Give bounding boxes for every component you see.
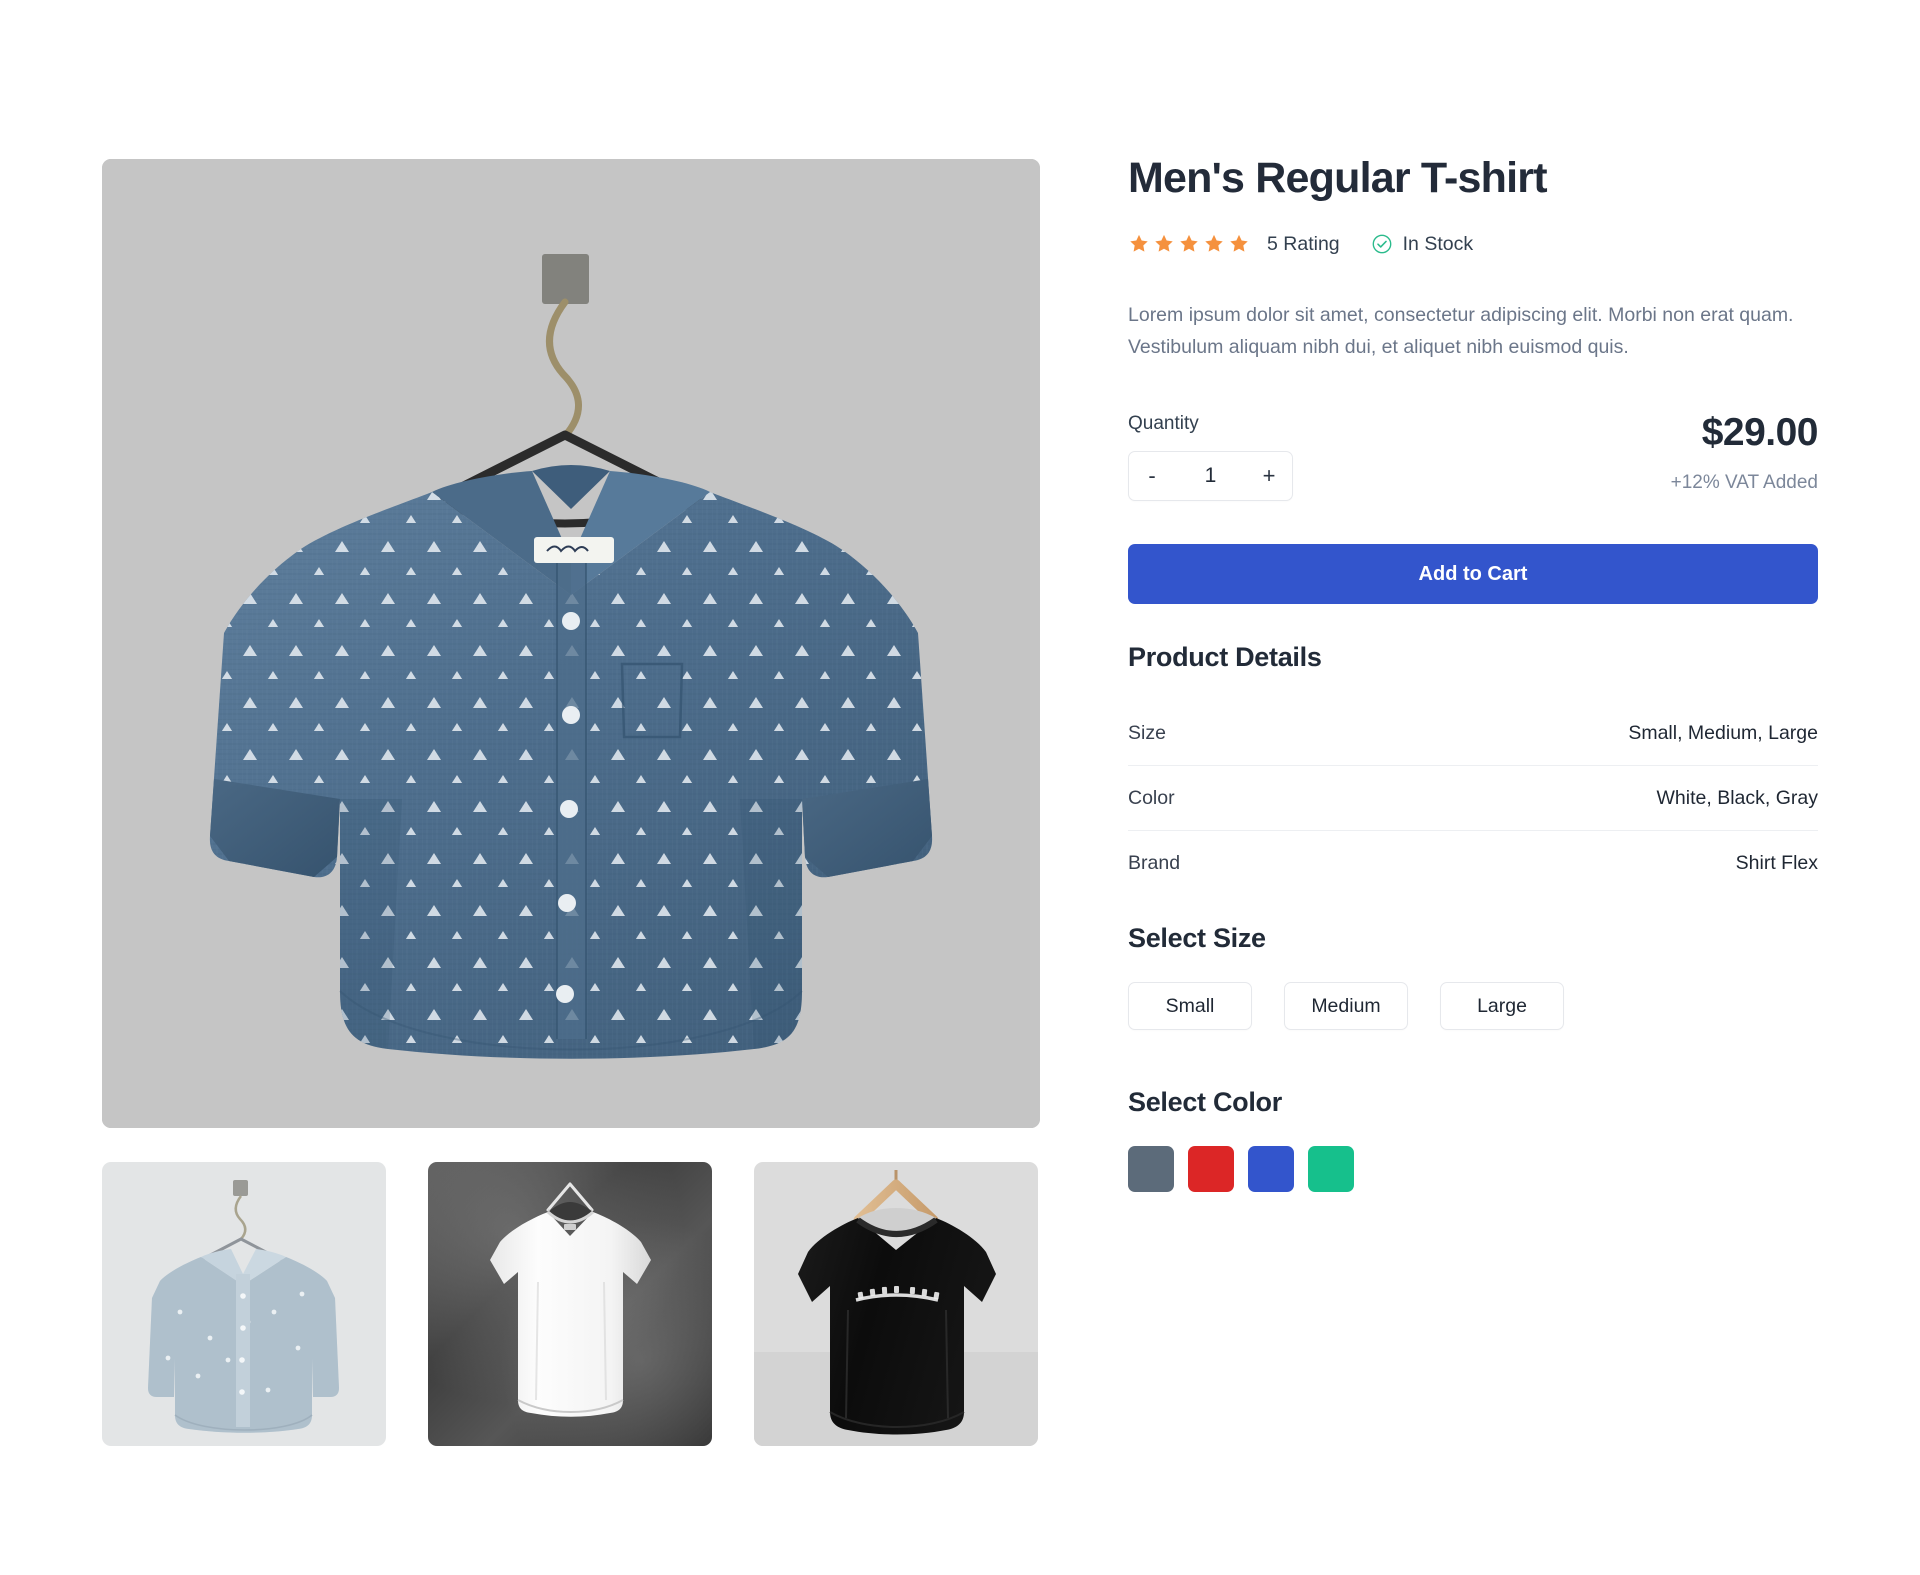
- select-color-heading: Select Color: [1128, 1087, 1282, 1118]
- quantity-increment-button[interactable]: +: [1246, 452, 1292, 500]
- detail-key: Size: [1128, 721, 1166, 744]
- price-group: $29.00 +12% VAT Added: [1670, 411, 1819, 494]
- detail-value: Small, Medium, Large: [1628, 721, 1818, 744]
- rating-stars: [1128, 233, 1250, 255]
- thumbnail-item-1[interactable]: [102, 1162, 386, 1446]
- quantity-label: Quantity: [1128, 413, 1199, 435]
- size-option-large[interactable]: Large: [1440, 982, 1564, 1031]
- size-option-list: Small Medium Large: [1128, 982, 1818, 1031]
- thumbnail-item-2[interactable]: [428, 1162, 712, 1446]
- product-gallery: [102, 159, 1040, 1446]
- size-option-medium[interactable]: Medium: [1284, 982, 1408, 1031]
- product-page: Men's Regular T-shirt 5 Rating In Stock …: [0, 0, 1920, 1575]
- select-color-section: Select Color: [1128, 1087, 1818, 1193]
- product-details-heading: Product Details: [1128, 642, 1322, 673]
- color-swatch-green[interactable]: [1308, 1146, 1354, 1193]
- chambray-shirt-illustration: [102, 159, 1040, 1128]
- quantity-stepper[interactable]: - 1 +: [1128, 451, 1293, 502]
- star-icon: [1130, 235, 1148, 252]
- color-swatch-list: [1128, 1146, 1818, 1193]
- quantity-value: 1: [1204, 464, 1217, 488]
- quantity-decrement-button[interactable]: -: [1129, 452, 1175, 500]
- select-size-heading: Select Size: [1128, 923, 1266, 954]
- white-tshirt-thumbnail: [428, 1162, 712, 1446]
- color-swatch-red[interactable]: [1188, 1146, 1234, 1193]
- quantity-group: Quantity - 1 +: [1128, 413, 1293, 502]
- stock-label: In Stock: [1402, 232, 1474, 255]
- size-option-small[interactable]: Small: [1128, 982, 1252, 1031]
- light-chambray-shirt-thumbnail: [102, 1162, 386, 1446]
- rating-label: 5 Rating: [1267, 232, 1340, 255]
- check-circle-icon: [1372, 234, 1392, 254]
- table-row: Color White, Black, Gray: [1128, 766, 1818, 832]
- table-row: Brand Shirt Flex: [1128, 831, 1818, 896]
- product-details-section: Product Details Size Small, Medium, Larg…: [1128, 642, 1818, 896]
- star-icon: [1155, 235, 1173, 252]
- thumbnail-item-3[interactable]: [754, 1162, 1038, 1446]
- thumbnail-list: [102, 1162, 1040, 1446]
- product-details-table: Size Small, Medium, Large Color White, B…: [1128, 701, 1818, 896]
- product-details-panel: Men's Regular T-shirt 5 Rating In Stock …: [1128, 154, 1819, 1193]
- star-icon: [1180, 235, 1198, 252]
- stock-status: In Stock: [1371, 233, 1473, 256]
- vat-note: +12% VAT Added: [1670, 472, 1818, 494]
- detail-key: Brand: [1128, 852, 1181, 875]
- quantity-price-row: Quantity - 1 + $29.00 +12% VAT Added: [1128, 411, 1819, 502]
- table-row: Size Small, Medium, Large: [1128, 701, 1818, 767]
- page-title: Men's Regular T-shirt: [1128, 154, 1548, 202]
- select-size-section: Select Size Small Medium Large: [1128, 923, 1818, 1031]
- product-price: $29.00: [1701, 411, 1819, 455]
- detail-value: Shirt Flex: [1735, 852, 1818, 875]
- rating-stock-row: 5 Rating In Stock: [1128, 231, 1818, 257]
- star-icon: [1230, 235, 1248, 252]
- add-to-cart-button[interactable]: Add to Cart: [1128, 544, 1818, 605]
- black-tshirt-thumbnail: [754, 1162, 1038, 1446]
- color-swatch-blue[interactable]: [1248, 1146, 1294, 1193]
- product-description: Lorem ipsum dolor sit amet, consectetur …: [1128, 304, 1794, 358]
- detail-value: White, Black, Gray: [1656, 786, 1818, 809]
- main-product-image[interactable]: [102, 159, 1040, 1128]
- detail-key: Color: [1128, 786, 1175, 809]
- color-swatch-slate-gray[interactable]: [1128, 1146, 1174, 1193]
- star-icon: [1205, 235, 1223, 252]
